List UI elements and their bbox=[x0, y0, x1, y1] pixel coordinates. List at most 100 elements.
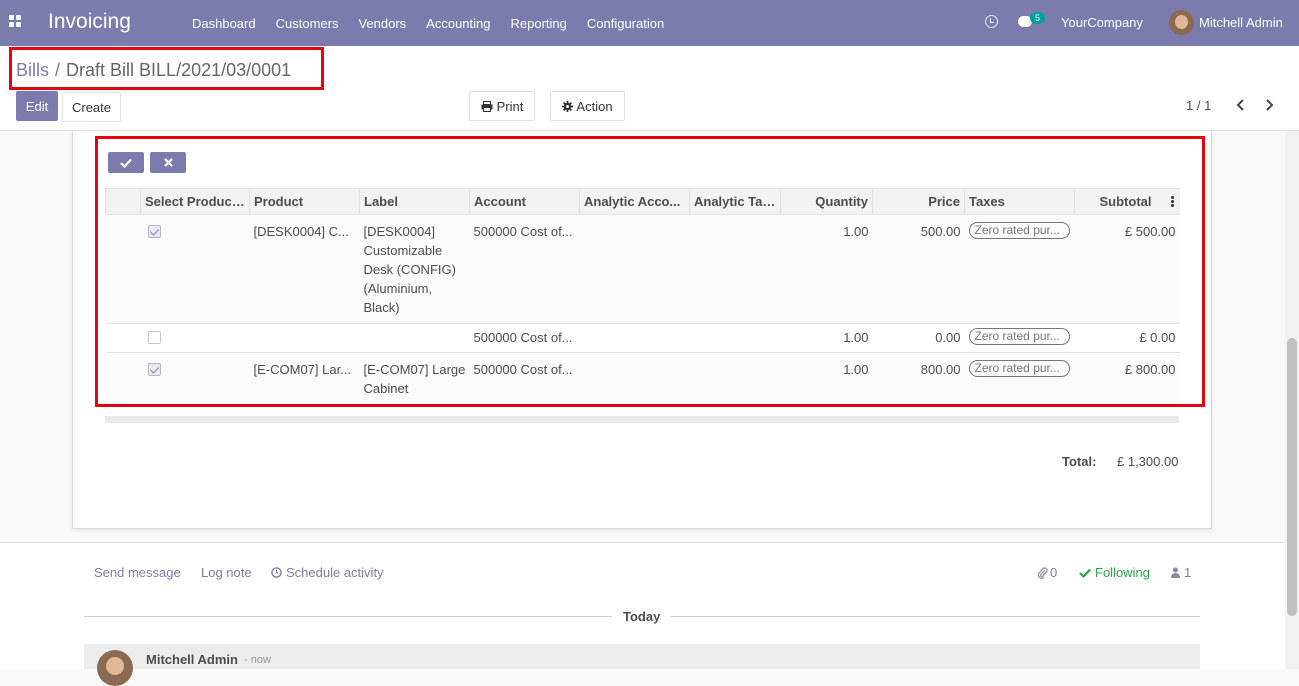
table-header-row: Select Product... Product Label Account … bbox=[105, 188, 1180, 215]
select-product-checkbox[interactable] bbox=[147, 363, 161, 376]
following-button[interactable]: Following bbox=[1079, 565, 1150, 580]
header-subtotal[interactable]: Subtotal bbox=[1074, 188, 1180, 215]
header-select-product[interactable]: Select Product... bbox=[140, 188, 250, 215]
user-avatar[interactable] bbox=[1169, 10, 1194, 35]
total-label: Total: bbox=[1062, 454, 1097, 469]
table-footer bbox=[105, 416, 1179, 423]
analytic-tags-cell[interactable] bbox=[689, 323, 781, 353]
quantity-cell[interactable]: 1.00 bbox=[780, 352, 873, 404]
top-navbar: Invoicing Dashboard Customers Vendors Ac… bbox=[0, 0, 1299, 46]
header-quantity[interactable]: Quantity bbox=[780, 188, 873, 215]
total-value: £ 1,300.00 bbox=[1117, 454, 1179, 469]
header-price[interactable]: Price bbox=[872, 188, 965, 215]
check-icon bbox=[120, 158, 132, 168]
check-icon bbox=[1079, 568, 1091, 578]
scrollbar-thumb[interactable] bbox=[1287, 338, 1297, 616]
message-timestamp: - now bbox=[244, 654, 271, 666]
header-taxes[interactable]: Taxes bbox=[964, 188, 1075, 215]
print-button[interactable]: Print bbox=[469, 91, 535, 121]
attachments-button[interactable]: 0 bbox=[1038, 565, 1057, 580]
subtotal-cell: £ 500.00 bbox=[1074, 214, 1180, 324]
product-cell[interactable]: [E-COM07] Lar... bbox=[249, 352, 360, 404]
tax-tag[interactable]: Zero rated pur... bbox=[968, 222, 1070, 239]
today-divider-left bbox=[84, 616, 612, 617]
account-cell[interactable]: 500000 Cost of... bbox=[469, 352, 580, 404]
select-product-cell[interactable] bbox=[140, 323, 250, 353]
menu-dashboard[interactable]: Dashboard bbox=[182, 16, 266, 31]
row-handle bbox=[105, 214, 141, 324]
cancel-selection-button[interactable] bbox=[150, 152, 186, 173]
send-message-button[interactable]: Send message bbox=[94, 565, 181, 580]
edit-button[interactable]: Edit bbox=[16, 91, 58, 121]
select-product-cell[interactable] bbox=[140, 214, 250, 324]
table-row[interactable]: [E-COM07] Lar... [E-COM07] Large Cabinet… bbox=[105, 352, 1180, 404]
quantity-cell[interactable]: 1.00 bbox=[780, 214, 873, 324]
breadcrumb: Bills / Draft Bill BILL/2021/03/0001 bbox=[16, 60, 291, 81]
taxes-cell[interactable]: Zero rated pur... bbox=[964, 214, 1075, 324]
log-note-button[interactable]: Log note bbox=[201, 565, 252, 580]
schedule-activity-button[interactable]: Schedule activity bbox=[271, 565, 384, 580]
control-panel: Bills / Draft Bill BILL/2021/03/0001 Edit … bbox=[0, 46, 1299, 131]
label-cell[interactable]: [E-COM07] Large Cabinet bbox=[359, 352, 470, 404]
analytic-tags-cell[interactable] bbox=[689, 214, 781, 324]
product-cell[interactable]: [DESK0004] C... bbox=[249, 214, 360, 324]
breadcrumb-separator: / bbox=[55, 60, 61, 80]
taxes-cell[interactable]: Zero rated pur... bbox=[964, 323, 1075, 353]
confirm-selection-button[interactable] bbox=[108, 152, 144, 173]
menu-configuration[interactable]: Configuration bbox=[577, 16, 674, 31]
pager-next-icon[interactable] bbox=[1262, 98, 1276, 112]
action-label: Action bbox=[576, 98, 613, 114]
analytic-tags-cell[interactable] bbox=[689, 352, 781, 404]
close-icon bbox=[163, 158, 173, 167]
select-product-checkbox[interactable] bbox=[147, 225, 161, 238]
label-cell[interactable] bbox=[359, 323, 470, 353]
app-title[interactable]: Invoicing bbox=[48, 10, 131, 34]
account-cell[interactable]: 500000 Cost of... bbox=[469, 214, 580, 324]
create-button[interactable]: Create bbox=[62, 92, 121, 122]
menu-customers[interactable]: Customers bbox=[266, 16, 349, 31]
table-row[interactable]: [DESK0004] C... [DESK0004] Customizable … bbox=[105, 214, 1180, 324]
table-row[interactable]: 500000 Cost of... 1.00 0.00 Zero rated p… bbox=[105, 323, 1180, 353]
price-cell[interactable]: 800.00 bbox=[872, 352, 965, 404]
analytic-account-cell[interactable] bbox=[579, 214, 690, 324]
apps-menu-icon[interactable] bbox=[9, 15, 23, 29]
paperclip-icon bbox=[1038, 566, 1048, 579]
header-account[interactable]: Account bbox=[469, 188, 580, 215]
message-author-avatar[interactable] bbox=[97, 650, 133, 686]
header-product[interactable]: Product bbox=[249, 188, 360, 215]
activity-clock-icon[interactable] bbox=[985, 15, 998, 28]
row-handle bbox=[105, 323, 141, 353]
header-label[interactable]: Label bbox=[359, 188, 470, 215]
taxes-cell[interactable]: Zero rated pur... bbox=[964, 352, 1075, 404]
pager-previous-icon[interactable] bbox=[1234, 98, 1248, 112]
today-divider-right bbox=[671, 616, 1200, 617]
price-cell[interactable]: 500.00 bbox=[872, 214, 965, 324]
pager-value[interactable]: 1 / 1 bbox=[1186, 98, 1211, 113]
followers-button[interactable]: 1 bbox=[1171, 565, 1191, 580]
header-analytic-account[interactable]: Analytic Acco... bbox=[579, 188, 690, 215]
product-cell[interactable] bbox=[249, 323, 360, 353]
tax-tag[interactable]: Zero rated pur... bbox=[968, 360, 1070, 377]
select-product-cell[interactable] bbox=[140, 352, 250, 404]
breadcrumb-bills-link[interactable]: Bills bbox=[16, 60, 49, 80]
schedule-activity-label: Schedule activity bbox=[286, 565, 384, 580]
menu-vendors[interactable]: Vendors bbox=[348, 16, 416, 31]
company-switcher[interactable]: YourCompany bbox=[1061, 15, 1143, 30]
menu-accounting[interactable]: Accounting bbox=[416, 16, 500, 31]
action-button[interactable]: Action bbox=[550, 91, 625, 121]
user-menu[interactable]: Mitchell Admin bbox=[1199, 15, 1283, 30]
message-author[interactable]: Mitchell Admin bbox=[146, 652, 238, 667]
menu-reporting[interactable]: Reporting bbox=[501, 16, 577, 31]
following-label: Following bbox=[1095, 565, 1150, 580]
header-analytic-tags[interactable]: Analytic Tags bbox=[689, 188, 781, 215]
select-product-checkbox[interactable] bbox=[147, 331, 161, 344]
optional-columns-kebab-icon[interactable] bbox=[1171, 196, 1174, 207]
analytic-account-cell[interactable] bbox=[579, 352, 690, 404]
tax-tag[interactable]: Zero rated pur... bbox=[968, 328, 1070, 345]
subtotal-cell: £ 0.00 bbox=[1074, 323, 1180, 353]
account-cell[interactable]: 500000 Cost of... bbox=[469, 323, 580, 353]
label-cell[interactable]: [DESK0004] Customizable Desk (CONFIG) (A… bbox=[359, 214, 470, 324]
quantity-cell[interactable]: 1.00 bbox=[780, 323, 873, 353]
analytic-account-cell[interactable] bbox=[579, 323, 690, 353]
price-cell[interactable]: 0.00 bbox=[872, 323, 965, 353]
